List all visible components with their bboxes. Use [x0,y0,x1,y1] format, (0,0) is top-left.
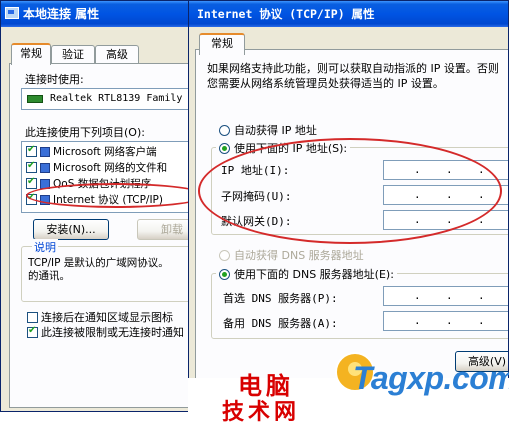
tab-advanced[interactable]: 高级 [95,45,139,64]
connect-using-label: 连接时使用: [25,73,84,86]
front-dialog-title: Internet 协议 (TCP/IP) 属性 [197,7,375,21]
items-list-label: 此连接使用下列项目(O): [25,126,145,139]
checkbox-icon[interactable] [26,144,37,157]
network-adapter-name: Realtek RTL8139 Family P [50,93,194,104]
list-item[interactable]: Microsoft 网络的文件和 [26,160,167,176]
preferred-dns-label: 首选 DNS 服务器(P): [223,292,338,305]
manual-dns-label: 使用下面的 DNS 服务器地址(E): [234,268,394,281]
preferred-dns-input[interactable]: ... [383,286,508,306]
list-item-label: Microsoft 网络客户端 [53,146,157,158]
auto-ip-label: 自动获得 IP 地址 [234,124,317,137]
checkbox-icon[interactable] [26,160,37,173]
alternate-dns-input[interactable]: ... [383,311,508,331]
intro-text: 如果网络支持此功能，则可以获取自动指派的 IP 设置。否则 您需要从网络系统管理… [207,61,507,91]
auto-dns-label: 自动获得 DNS 服务器地址 [234,249,364,262]
notify-option[interactable]: 此连接被限制或无连接时通知 [27,324,184,340]
client-icon [40,147,50,157]
alternate-dns-label: 备用 DNS 服务器(A): [223,317,338,330]
manual-dns-option[interactable]: 使用下面的 DNS 服务器地址(E): [216,266,397,282]
intro-line-2: 您需要从网络系统管理员处获得适当的 IP 设置。 [207,77,444,90]
network-adapter-field: Realtek RTL8139 Family P [21,88,194,110]
list-item-label: Microsoft 网络的文件和 [53,162,168,174]
description-group: 说明 TCP/IP 是默认的广域网协议。 的通讯。 [21,239,193,302]
annotation-oval-tcpip-item [26,183,206,208]
show-icon-option[interactable]: 连接后在通知区域显示图标 [27,309,173,325]
checkbox-icon[interactable] [26,176,37,189]
annotation-oval-static-ip [198,138,502,244]
auto-dns-radio[interactable] [219,250,230,261]
network-card-icon [27,95,43,103]
notify-checkbox[interactable] [27,325,38,338]
description-text: TCP/IP 是默认的广域网协议。 的通讯。 [28,257,169,282]
show-icon-label: 连接后在通知区域显示图标 [41,311,173,324]
back-dialog-title-bar[interactable]: 本地连接 属性 [1,1,193,27]
back-dialog-title: 本地连接 属性 [23,7,100,21]
watermark-site: Tagxp.com [353,360,509,396]
list-item[interactable]: Microsoft 网络客户端 [26,144,157,160]
show-icon-checkbox[interactable] [27,312,38,323]
uninstall-button[interactable]: 卸载 [137,219,193,240]
manual-dns-radio[interactable] [219,269,230,280]
auto-ip-radio[interactable] [219,125,230,136]
manual-ip-radio[interactable] [219,143,230,154]
description-legend: 说明 [32,239,58,255]
tab-general-front[interactable]: 常规 [199,33,245,55]
intro-line-1: 如果网络支持此功能，则可以获取自动指派的 IP 设置。否则 [207,62,499,75]
file-sharing-icon [40,163,50,173]
auto-ip-option[interactable]: 自动获得 IP 地址 [219,122,317,138]
tab-general[interactable]: 常规 [11,43,51,65]
notify-label: 此连接被限制或无连接时通知 [41,326,184,339]
auto-dns-option[interactable]: 自动获得 DNS 服务器地址 [219,247,364,263]
install-button[interactable]: 安装(N)... [33,219,109,240]
tab-authentication[interactable]: 验证 [51,45,95,64]
watermark-cn-line-2: 技术网 [222,400,301,425]
network-connection-icon [5,7,19,19]
front-dialog-title-bar[interactable]: Internet 协议 (TCP/IP) 属性 [189,1,508,27]
